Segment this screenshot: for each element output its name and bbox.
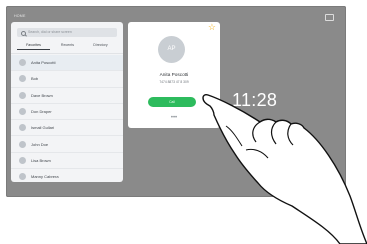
search-icon bbox=[21, 30, 26, 36]
avatar bbox=[19, 108, 26, 116]
tab-favorites[interactable]: Favorites bbox=[17, 41, 50, 50]
favorite-star-icon[interactable]: ☆ bbox=[208, 23, 216, 32]
contact-name: Ismail Gullari bbox=[31, 125, 55, 131]
contact-name: John Doe bbox=[31, 141, 49, 147]
contacts-panel: Search, dial or share screen Favorites R… bbox=[11, 22, 123, 182]
contact-detail-name: Anita Poscotti bbox=[159, 72, 189, 77]
tab-recents[interactable]: Recents bbox=[51, 41, 84, 49]
contact-detail-number: 7474 8873 47 8 309 bbox=[159, 80, 189, 84]
list-item[interactable]: Anita Poscotti bbox=[11, 55, 123, 72]
avatar bbox=[19, 140, 26, 148]
search-placeholder: Search, dial or share screen bbox=[28, 30, 72, 34]
contact-name: Lisa Brown bbox=[31, 157, 51, 163]
list-item[interactable]: Ismail Gullari bbox=[11, 120, 123, 137]
list-item[interactable]: Manny Cabrera bbox=[11, 169, 123, 182]
tabs-divider bbox=[11, 53, 123, 54]
contact-name: Anita Poscotti bbox=[31, 60, 56, 66]
chat-icon[interactable] bbox=[325, 14, 334, 21]
avatar bbox=[19, 124, 26, 132]
pointing-hand-illustration bbox=[202, 94, 367, 244]
contact-name: Bob bbox=[31, 76, 39, 82]
avatar bbox=[19, 75, 26, 83]
contact-avatar: AP bbox=[158, 36, 185, 63]
contact-name: Manny Cabrera bbox=[31, 174, 59, 180]
avatar bbox=[19, 59, 26, 67]
list-item[interactable]: Bob bbox=[11, 71, 123, 88]
avatar bbox=[19, 156, 26, 164]
avatar bbox=[19, 91, 26, 99]
list-item[interactable]: Dave Brown bbox=[11, 88, 123, 104]
contact-name: Don Draper bbox=[31, 109, 52, 115]
list-item[interactable]: Lisa Brown bbox=[11, 153, 123, 170]
call-button[interactable]: Call bbox=[148, 97, 196, 107]
contacts-tabs: Favorites Recents Directory bbox=[17, 41, 117, 50]
contacts-list: Anita Poscotti Bob Dave Brown Don Draper… bbox=[11, 55, 123, 182]
list-item[interactable]: Don Draper bbox=[11, 104, 123, 121]
search-field[interactable]: Search, dial or share screen bbox=[17, 28, 117, 37]
tab-directory[interactable]: Directory bbox=[84, 41, 117, 49]
avatar bbox=[19, 173, 26, 181]
list-item[interactable]: John Doe bbox=[11, 136, 123, 153]
home-label: HOME bbox=[14, 14, 26, 18]
contact-name: Dave Brown bbox=[31, 92, 53, 98]
